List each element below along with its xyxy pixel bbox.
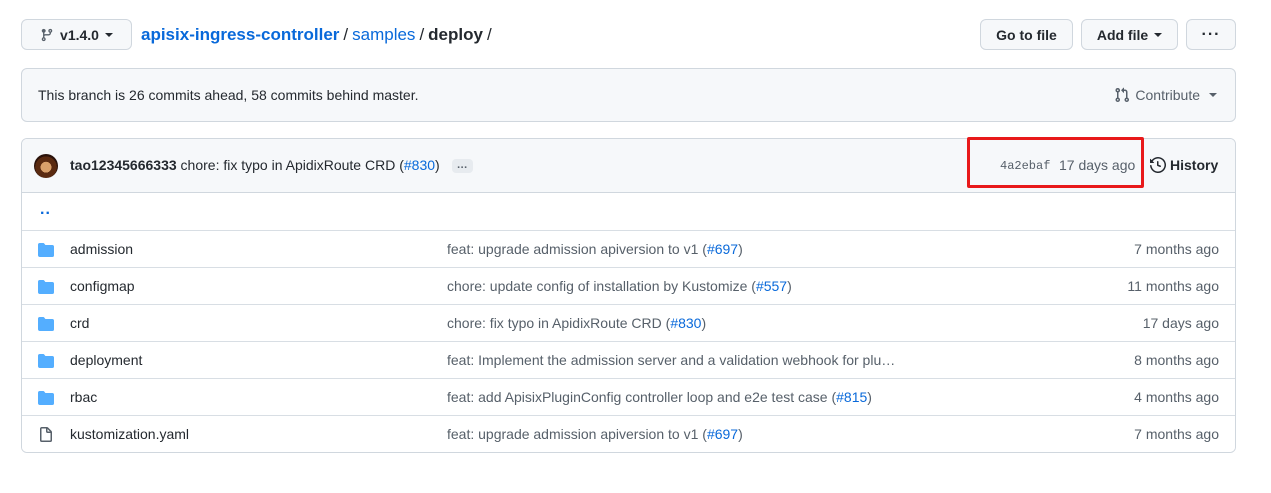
file-commit-message[interactable]: feat: Implement the admission server and… bbox=[447, 352, 895, 368]
file-name-link[interactable]: admission bbox=[70, 241, 133, 257]
branch-select-button[interactable]: v1.4.0 bbox=[21, 19, 132, 50]
file-name-link[interactable]: deployment bbox=[70, 352, 142, 368]
file-commit-age[interactable]: 7 months ago bbox=[1134, 426, 1219, 442]
parent-directory-row[interactable]: .. bbox=[22, 193, 1235, 230]
go-to-file-label: Go to file bbox=[996, 26, 1057, 43]
git-branch-icon bbox=[41, 28, 53, 41]
folder-icon bbox=[38, 279, 54, 298]
commit-pr-link[interactable]: #830 bbox=[404, 157, 435, 173]
file-commit-pr-link[interactable]: #697 bbox=[707, 426, 738, 442]
commit-message-text[interactable]: chore: fix typo in ApidixRoute CRD ( bbox=[181, 157, 404, 173]
chevron-down-icon bbox=[1154, 32, 1163, 37]
file-commit-message[interactable]: feat: add ApisixPluginConfig controller … bbox=[447, 389, 872, 405]
file-commit-suffix: ) bbox=[738, 426, 743, 442]
parent-directory-link[interactable]: .. bbox=[40, 201, 51, 219]
branch-label: v1.4.0 bbox=[60, 26, 99, 43]
file-commit-age[interactable]: 8 months ago bbox=[1134, 352, 1219, 368]
file-commit-message[interactable]: chore: fix typo in ApidixRoute CRD (#830… bbox=[447, 315, 706, 331]
breadcrumb-samples-link[interactable]: samples bbox=[352, 25, 415, 44]
file-row[interactable]: rbac feat: add ApisixPluginConfig control… bbox=[22, 378, 1235, 415]
file-commit-pr-link[interactable]: #697 bbox=[707, 241, 738, 257]
breadcrumb-separator: / bbox=[419, 25, 425, 44]
file-commit-suffix: ) bbox=[738, 241, 743, 257]
file-commit-pr-link[interactable]: #557 bbox=[756, 278, 787, 294]
file-commit-text[interactable]: feat: Implement the admission server and… bbox=[447, 352, 895, 368]
file-name-link[interactable]: crd bbox=[70, 315, 89, 331]
file-commit-text[interactable]: chore: fix typo in ApidixRoute CRD ( bbox=[447, 315, 670, 331]
file-name-link[interactable]: kustomization.yaml bbox=[70, 426, 189, 442]
file-commit-text[interactable]: feat: upgrade admission apiversion to v1… bbox=[447, 426, 707, 442]
avatar[interactable] bbox=[34, 154, 58, 178]
more-options-button[interactable]: ··· bbox=[1186, 19, 1236, 50]
top-bar: v1.4.0 apisix-ingress-controller / samples… bbox=[21, 19, 1236, 52]
file-row[interactable]: configmap chore: update config of install… bbox=[22, 267, 1235, 304]
folder-icon bbox=[38, 242, 54, 261]
folder-icon bbox=[38, 390, 54, 409]
pull-request-icon bbox=[1115, 87, 1130, 103]
file-name-link[interactable]: configmap bbox=[70, 278, 135, 294]
file-commit-text[interactable]: feat: add ApisixPluginConfig controller … bbox=[447, 389, 836, 405]
history-link[interactable]: History bbox=[1150, 157, 1218, 173]
file-row[interactable]: deployment feat: Implement the admission … bbox=[22, 341, 1235, 378]
file-commit-pr-link[interactable]: #830 bbox=[670, 315, 701, 331]
breadcrumb-separator: / bbox=[343, 25, 349, 44]
contribute-label: Contribute bbox=[1135, 87, 1200, 103]
chevron-down-icon bbox=[104, 32, 113, 37]
kebab-icon: ··· bbox=[1201, 25, 1221, 43]
file-commit-suffix: ) bbox=[701, 315, 707, 331]
go-to-file-button[interactable]: Go to file bbox=[980, 19, 1073, 50]
commit-message-suffix: ) bbox=[435, 157, 440, 173]
file-commit-age[interactable]: 17 days ago bbox=[1143, 315, 1219, 331]
file-name-link[interactable]: rbac bbox=[70, 389, 97, 405]
file-commit-message[interactable]: feat: upgrade admission apiversion to v1… bbox=[447, 426, 743, 442]
file-commit-text[interactable]: feat: upgrade admission apiversion to v1… bbox=[447, 241, 707, 257]
file-commit-age[interactable]: 11 months ago bbox=[1127, 278, 1219, 294]
commit-author-link[interactable]: tao12345666333 bbox=[70, 157, 177, 173]
file-commit-age[interactable]: 4 months ago bbox=[1134, 389, 1219, 405]
file-commit-age[interactable]: 7 months ago bbox=[1134, 241, 1219, 257]
add-file-label: Add file bbox=[1096, 26, 1149, 43]
highlight-box bbox=[967, 137, 1144, 188]
file-icon bbox=[38, 427, 54, 446]
file-row[interactable]: crd chore: fix typo in ApidixRoute CRD (#… bbox=[22, 304, 1235, 341]
file-commit-suffix: ) bbox=[787, 278, 792, 294]
history-icon bbox=[1150, 157, 1166, 173]
file-commit-suffix: ) bbox=[867, 389, 872, 405]
contribute-button[interactable]: Contribute bbox=[1114, 87, 1217, 103]
folder-icon bbox=[38, 353, 54, 372]
expand-commit-button[interactable]: … bbox=[451, 159, 473, 174]
branch-status-bar: This branch is 26 commits ahead, 58 comm… bbox=[21, 68, 1236, 122]
latest-commit-message: tao12345666333 chore: fix typo in Apidix… bbox=[70, 157, 473, 174]
breadcrumb-repo-link[interactable]: apisix-ingress-controller bbox=[141, 25, 339, 44]
file-row[interactable]: admission feat: upgrade admission apivers… bbox=[22, 230, 1235, 267]
file-commit-message[interactable]: feat: upgrade admission apiversion to v1… bbox=[447, 241, 743, 257]
breadcrumb-separator: / bbox=[486, 25, 492, 44]
breadcrumb: apisix-ingress-controller / samples / deploy… bbox=[141, 25, 496, 45]
breadcrumb-current: deploy bbox=[428, 25, 483, 44]
file-commit-text[interactable]: chore: update config of installation by … bbox=[447, 278, 756, 294]
add-file-button[interactable]: Add file bbox=[1081, 19, 1178, 50]
file-row[interactable]: kustomization.yaml feat: upgrade admissio… bbox=[22, 415, 1235, 452]
branch-status-message: This branch is 26 commits ahead, 58 comm… bbox=[38, 87, 419, 103]
folder-icon bbox=[38, 316, 54, 335]
history-label: History bbox=[1170, 157, 1219, 173]
file-commit-message[interactable]: chore: update config of installation by … bbox=[447, 278, 792, 294]
chevron-down-icon bbox=[1209, 93, 1217, 97]
file-commit-pr-link[interactable]: #815 bbox=[836, 389, 867, 405]
